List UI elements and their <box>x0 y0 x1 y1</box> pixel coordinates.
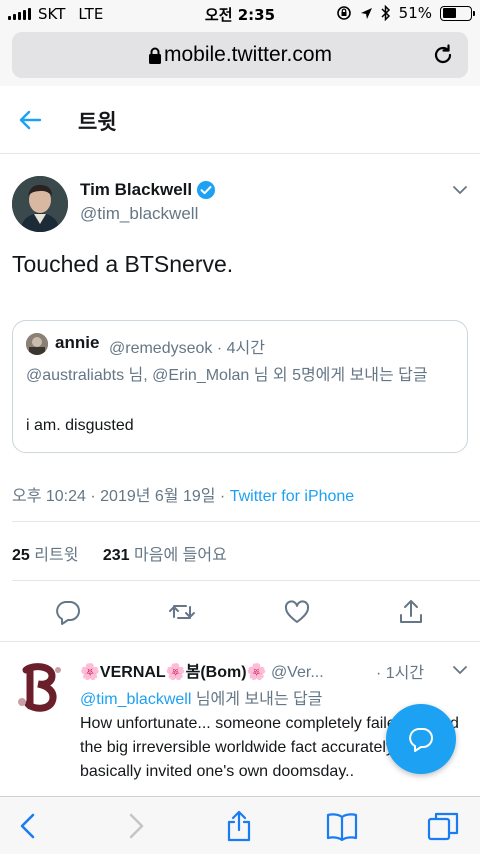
reply-to-line: @tim_blackwell 님에게 보내는 답글 <box>80 685 323 709</box>
battery-percent: 51% <box>398 4 432 22</box>
author-handle[interactable]: @tim_blackwell <box>80 204 198 224</box>
author-name-text: Tim Blackwell <box>80 180 193 199</box>
quoted-avatar <box>26 333 48 355</box>
reload-icon[interactable] <box>432 44 454 66</box>
quoted-author-name: annie <box>55 333 100 352</box>
quoted-reply-to: @australiabts 님, @Erin_Molan 님 외 5명에게 보내… <box>26 367 428 384</box>
avatar[interactable] <box>12 176 68 232</box>
reply-bubble-icon <box>409 728 433 752</box>
compose-reply-button[interactable] <box>386 704 456 774</box>
reply-time: · 1시간 <box>376 665 425 682</box>
chevron-down-icon[interactable] <box>452 184 468 196</box>
bluetooth-icon <box>381 5 390 21</box>
orientation-lock-icon <box>336 6 351 20</box>
status-bar: SKT LTE 오전 2:35 51% <box>0 0 480 28</box>
browser-share-icon[interactable] <box>222 809 256 843</box>
likes-count: 231 <box>102 547 130 564</box>
browser-forward-icon[interactable] <box>118 809 152 843</box>
quoted-author-handle: @remedyseok · 4시간 <box>109 340 265 357</box>
url-text: mobile.twitter.com <box>163 43 333 66</box>
retweets-count: 25 <box>12 547 30 564</box>
retweet-icon[interactable] <box>168 598 196 626</box>
reply-to-suffix: 님에게 보내는 답글 <box>191 691 323 708</box>
like-icon[interactable] <box>283 598 311 626</box>
retweets-stat[interactable]: 25 리트윗 <box>12 547 78 564</box>
reply-author[interactable]: 🌸VERNAL🌸봄(Bom)🌸 @Ver... <box>80 658 324 682</box>
page-header: 트윗 <box>0 86 480 154</box>
reply-avatar[interactable] <box>12 658 68 714</box>
share-icon[interactable] <box>397 598 425 626</box>
divider <box>0 641 480 642</box>
verified-badge-icon <box>197 181 216 199</box>
author-name[interactable]: Tim Blackwell <box>80 180 216 200</box>
divider <box>12 580 480 581</box>
reply-author-handle: @Ver... <box>270 664 324 681</box>
browser-toolbar <box>0 796 480 854</box>
page-title: 트윗 <box>78 110 117 134</box>
browser-back-icon[interactable] <box>12 809 46 843</box>
tweet-meta: 오후 10:24 · 2019년 6월 19일 · Twitter for iP… <box>12 482 354 506</box>
tweet-stats: 25 리트윗 231 마음에 들어요 <box>12 541 227 565</box>
tweet-text: Touched a BTSnerve. <box>12 251 234 277</box>
reply-icon[interactable] <box>54 598 82 626</box>
quoted-tweet[interactable]: annie @remedyseok · 4시간 @australiabts 님,… <box>12 320 468 453</box>
location-icon <box>360 7 372 19</box>
browser-address-area: mobile.twitter.com <box>0 28 480 86</box>
address-bar[interactable]: mobile.twitter.com <box>12 32 468 78</box>
bookmarks-icon[interactable] <box>325 809 359 843</box>
quoted-text: i am. disgusted <box>26 417 134 434</box>
reply-avatar-image <box>12 658 68 714</box>
battery-icon <box>440 5 475 21</box>
tweet-source-link[interactable]: Twitter for iPhone <box>230 488 355 505</box>
back-arrow-icon[interactable] <box>18 109 42 131</box>
likes-label: 마음에 들어요 <box>134 547 227 564</box>
reply-author-name: 🌸VERNAL🌸봄(Bom)🌸 <box>80 664 267 681</box>
chevron-down-icon[interactable] <box>452 664 468 676</box>
likes-stat[interactable]: 231 마음에 들어요 <box>103 547 227 564</box>
retweets-label: 리트윗 <box>34 547 79 564</box>
avatar-image <box>12 176 68 232</box>
reply-to-handle-link[interactable]: @tim_blackwell <box>80 691 191 708</box>
tabs-icon[interactable] <box>426 809 460 843</box>
tweet-timestamp: 오후 10:24 · 2019년 6월 19일 · <box>12 488 230 505</box>
divider <box>12 521 480 522</box>
